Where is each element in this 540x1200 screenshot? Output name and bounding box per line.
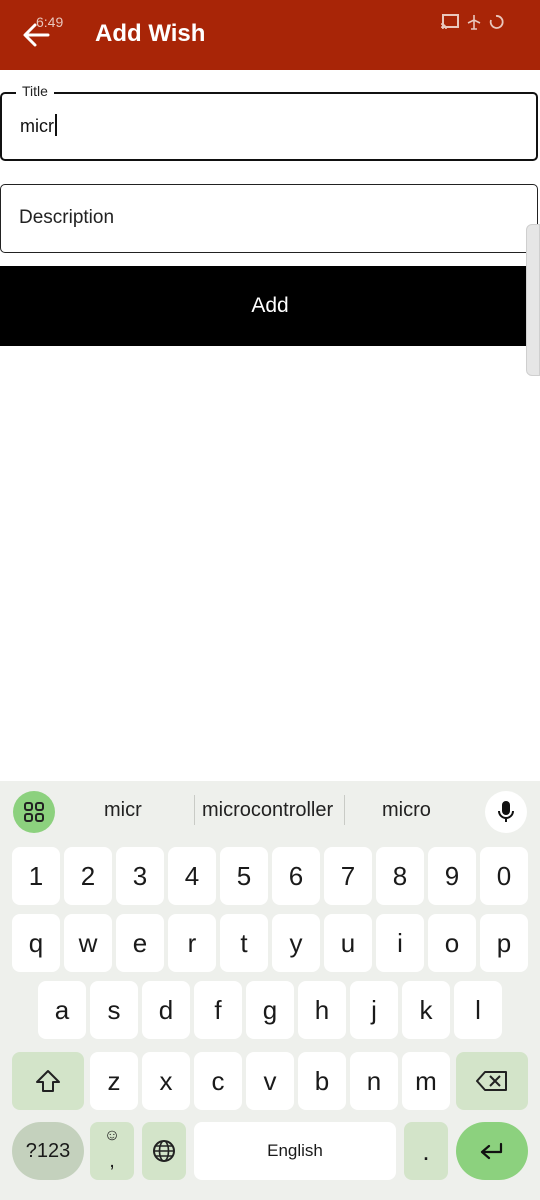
cast-icon: [440, 14, 459, 30]
period-key[interactable]: .: [404, 1122, 448, 1180]
key-z[interactable]: z: [90, 1052, 138, 1110]
soft-keyboard: micr microcontroller micro 1 2 3 4 5 6 7…: [0, 781, 540, 1200]
text-cursor: [55, 114, 57, 136]
arrow-left-icon[interactable]: [22, 22, 50, 48]
key-e[interactable]: e: [116, 914, 164, 972]
backspace-key[interactable]: [456, 1052, 528, 1110]
suggestion-2[interactable]: microcontroller: [202, 799, 333, 822]
key-h[interactable]: h: [298, 981, 346, 1039]
microphone-icon: [498, 801, 514, 822]
key-x[interactable]: x: [142, 1052, 190, 1110]
status-icons: [440, 13, 510, 33]
comma-label: ,: [109, 1150, 115, 1172]
backspace-icon: [476, 1071, 507, 1091]
suggestion-divider: [344, 795, 345, 825]
suggestion-3[interactable]: micro: [382, 799, 431, 822]
suggestion-1[interactable]: micr: [104, 799, 142, 822]
key-w[interactable]: w: [64, 914, 112, 972]
key-v[interactable]: v: [246, 1052, 294, 1110]
key-1[interactable]: 1: [12, 847, 60, 905]
key-g[interactable]: g: [246, 981, 294, 1039]
space-key[interactable]: English: [194, 1122, 396, 1180]
key-8[interactable]: 8: [376, 847, 424, 905]
emoji-comma-key[interactable]: ☺ ,: [90, 1122, 134, 1180]
sync-icon: [489, 15, 504, 29]
description-placeholder: Description: [19, 207, 115, 228]
app-bar: 6:49 Add Wish: [0, 0, 540, 70]
add-button[interactable]: Add: [0, 266, 540, 346]
key-3[interactable]: 3: [116, 847, 164, 905]
key-2[interactable]: 2: [64, 847, 112, 905]
keyboard-apps-button[interactable]: [13, 791, 55, 833]
key-7[interactable]: 7: [324, 847, 372, 905]
key-a[interactable]: a: [38, 981, 86, 1039]
key-6[interactable]: 6: [272, 847, 320, 905]
key-i[interactable]: i: [376, 914, 424, 972]
key-f[interactable]: f: [194, 981, 242, 1039]
key-j[interactable]: j: [350, 981, 398, 1039]
key-n[interactable]: n: [350, 1052, 398, 1110]
key-m[interactable]: m: [402, 1052, 450, 1110]
airplane-icon: [467, 15, 481, 30]
key-b[interactable]: b: [298, 1052, 346, 1110]
grid-icon: [24, 802, 44, 822]
key-s[interactable]: s: [90, 981, 138, 1039]
key-p[interactable]: p: [480, 914, 528, 972]
suggestion-strip: micr microcontroller micro: [0, 781, 540, 841]
key-o[interactable]: o: [428, 914, 476, 972]
symbols-key[interactable]: ?123: [12, 1122, 84, 1180]
key-t[interactable]: t: [220, 914, 268, 972]
key-d[interactable]: d: [142, 981, 190, 1039]
shift-icon: [36, 1070, 60, 1092]
title-input-value[interactable]: micr: [20, 114, 57, 137]
emoji-icon: ☺: [103, 1127, 121, 1144]
voice-input-button[interactable]: [485, 791, 527, 833]
key-0[interactable]: 0: [480, 847, 528, 905]
key-u[interactable]: u: [324, 914, 372, 972]
shift-key[interactable]: [12, 1052, 84, 1110]
key-k[interactable]: k: [402, 981, 450, 1039]
key-4[interactable]: 4: [168, 847, 216, 905]
enter-icon: [480, 1142, 503, 1160]
key-y[interactable]: y: [272, 914, 320, 972]
description-field[interactable]: Description: [0, 184, 538, 253]
language-key[interactable]: [142, 1122, 186, 1180]
key-9[interactable]: 9: [428, 847, 476, 905]
key-r[interactable]: r: [168, 914, 216, 972]
title-field-label: Title: [16, 83, 54, 99]
key-l[interactable]: l: [454, 981, 502, 1039]
key-q[interactable]: q: [12, 914, 60, 972]
scroll-handle[interactable]: [526, 224, 540, 376]
page-title: Add Wish: [95, 20, 206, 47]
globe-icon: [153, 1140, 175, 1162]
enter-key[interactable]: [456, 1122, 528, 1180]
suggestion-divider: [194, 795, 195, 825]
key-c[interactable]: c: [194, 1052, 242, 1110]
title-field[interactable]: Title micr: [0, 83, 538, 161]
key-5[interactable]: 5: [220, 847, 268, 905]
